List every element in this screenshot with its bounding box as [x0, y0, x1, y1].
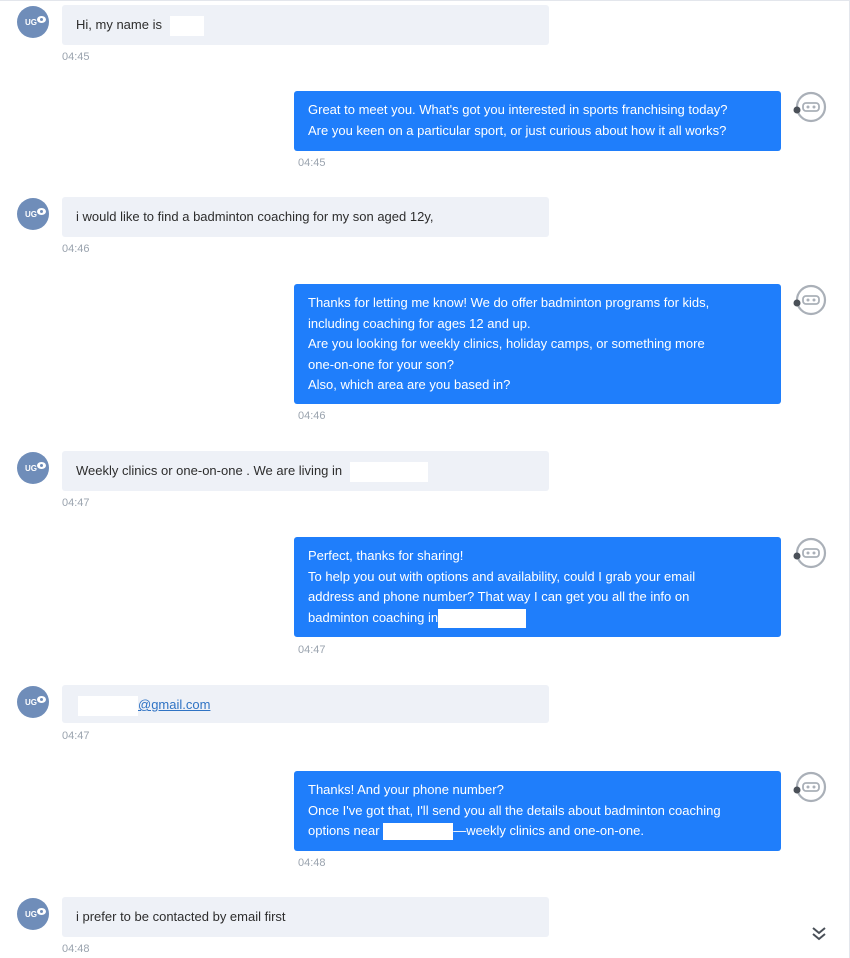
- user-avatar: UG: [17, 686, 49, 718]
- message-time: 04:46: [62, 243, 90, 255]
- user-avatar: UG: [17, 6, 49, 38]
- message-text: Hi, my name is: [76, 17, 162, 32]
- bot-message: Thanks for letting me know! We do offer …: [294, 284, 781, 404]
- message-line: options near: [308, 823, 380, 838]
- message-line: Great to meet you. What's got you intere…: [308, 102, 728, 117]
- redacted-location: [383, 823, 454, 841]
- message-line: Perfect, thanks for sharing!: [308, 548, 464, 563]
- message-line: badminton coaching in: [308, 609, 439, 625]
- chat-bubble-icon: [37, 908, 46, 915]
- message-line: Also, which area are you based in?: [308, 377, 511, 392]
- user-initials: UG: [25, 463, 37, 473]
- message-line: Thanks! And your phone number?: [308, 782, 504, 797]
- message-time: 04:48: [298, 857, 326, 869]
- redacted-name: [169, 15, 204, 36]
- robot-face-icon: [793, 771, 827, 803]
- user-message: @gmail.com: [62, 685, 549, 723]
- redacted-location: [349, 461, 428, 482]
- chat-bubble-icon: [37, 16, 46, 23]
- message-time: 04:47: [62, 730, 90, 742]
- user-avatar: UG: [17, 452, 49, 484]
- user-message: Hi, my name is: [62, 5, 549, 45]
- user-message: i would like to find a badminton coachin…: [62, 197, 549, 237]
- message-line: To help you out with options and availab…: [308, 568, 696, 584]
- bot-message: Great to meet you. What's got you intere…: [294, 91, 781, 151]
- user-initials: UG: [25, 17, 37, 27]
- message-time: 04:48: [62, 943, 90, 955]
- message-line: one-on-one for your son?: [308, 356, 454, 372]
- robot-face-icon: [793, 91, 827, 123]
- message-time: 04:47: [298, 644, 326, 656]
- message-line-suffix: —weekly clinics and one-on-one.: [453, 823, 644, 838]
- message-line: Once I've got that, I'll send you all th…: [308, 802, 721, 818]
- user-avatar: UG: [17, 198, 49, 230]
- message-time: 04:45: [298, 157, 326, 169]
- user-message: Weekly clinics or one-on-one . We are li…: [62, 451, 549, 491]
- message-line: Thanks for letting me know! We do offer …: [308, 295, 710, 310]
- chat-bubble-icon: [37, 696, 46, 703]
- robot-face-icon: [793, 537, 827, 569]
- user-avatar: UG: [17, 898, 49, 930]
- double-chevron-down-icon[interactable]: [808, 923, 830, 945]
- redacted-email-user: [78, 695, 138, 716]
- message-time: 04:46: [298, 410, 326, 422]
- message-line: Are you looking for weekly clinics, holi…: [308, 336, 705, 351]
- top-border: [0, 0, 850, 1]
- message-text: i would like to find a badminton coachin…: [76, 209, 434, 224]
- message-text: Weekly clinics or one-on-one . We are li…: [76, 463, 343, 478]
- message-time: 04:45: [62, 51, 90, 63]
- user-message: i prefer to be contacted by email first: [62, 897, 549, 937]
- bot-message: Thanks! And your phone number? Once I've…: [294, 771, 781, 851]
- message-time: 04:47: [62, 497, 90, 509]
- chat-bubble-icon: [37, 208, 46, 215]
- message-line: address and phone number? That way I can…: [308, 589, 690, 604]
- message-line: Are you keen on a particular sport, or j…: [308, 122, 727, 138]
- robot-face-icon: [793, 284, 827, 316]
- user-initials: UG: [25, 697, 37, 707]
- chat-bubble-icon: [37, 462, 46, 469]
- email-link[interactable]: @gmail.com: [138, 697, 210, 712]
- redacted-location: [438, 608, 527, 628]
- message-text: i prefer to be contacted by email first: [76, 909, 286, 924]
- message-line: including coaching for ages 12 and up.: [308, 315, 531, 331]
- bot-message: Perfect, thanks for sharing! To help you…: [294, 537, 781, 637]
- user-initials: UG: [25, 209, 37, 219]
- user-initials: UG: [25, 909, 37, 919]
